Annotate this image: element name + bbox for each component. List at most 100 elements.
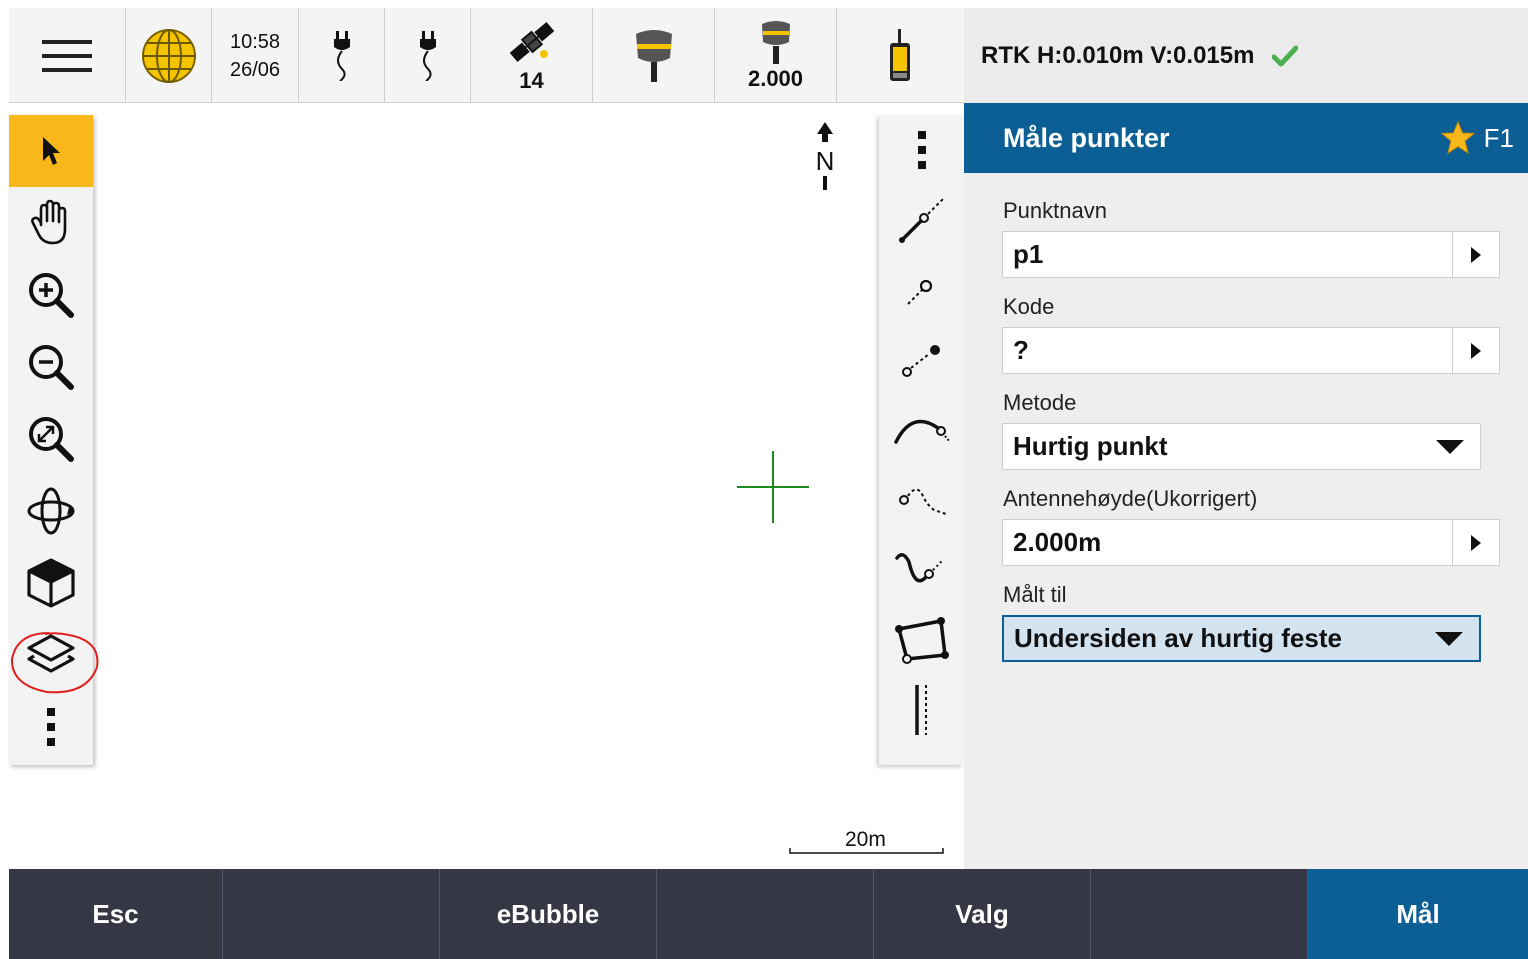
menu-button[interactable]: [9, 8, 126, 103]
zoom-in-icon: [29, 273, 74, 318]
softkey-bar: Esc eBubble Valg Mål: [9, 869, 1528, 959]
favorite-button[interactable]: F1: [1440, 121, 1514, 155]
chevron-down-icon: [1419, 631, 1479, 647]
panel-header: Måle punkter F1: [964, 103, 1528, 173]
orbit-icon: [27, 487, 75, 535]
options-button[interactable]: Valg: [874, 869, 1091, 959]
chevron-down-icon: [1420, 439, 1480, 455]
triangle-right-icon: [1471, 342, 1481, 359]
antenna-height-field[interactable]: 2.000m: [1002, 519, 1500, 566]
polygon-tool-button[interactable]: [879, 605, 964, 675]
polyline-icon: [898, 488, 946, 515]
more-cogo-button[interactable]: [879, 115, 964, 185]
ebubble-button[interactable]: eBubble: [440, 869, 657, 959]
code-field[interactable]: ?: [1002, 327, 1500, 374]
map-scale-bar: [789, 848, 944, 854]
more-icon: [917, 131, 926, 169]
map-crosshair: [737, 451, 809, 523]
point-name-field[interactable]: p1: [1002, 231, 1500, 278]
status-bar: 10:58 26/06 14 2.000: [9, 8, 964, 103]
cogo-tools-toolbar: [879, 115, 964, 765]
measure-line-icon: [898, 198, 944, 243]
controller-status[interactable]: [837, 8, 962, 103]
function-key-label: F1: [1483, 122, 1514, 153]
zoom-out-button[interactable]: [9, 331, 93, 403]
offset-point-icon: [901, 345, 940, 377]
esc-button[interactable]: Esc: [9, 869, 223, 959]
antenna-height-value: 2.000: [747, 65, 804, 91]
measured-to-select[interactable]: Undersiden av hurtig feste: [1002, 615, 1481, 662]
softkey-empty-1[interactable]: [223, 869, 440, 959]
time-date-display[interactable]: 10:58 26/06: [212, 8, 299, 103]
point-name-popup-button[interactable]: [1452, 232, 1499, 277]
panel-title: Måle punkter: [1003, 122, 1170, 153]
pan-tool-button[interactable]: [9, 187, 93, 259]
measure-point-icon: [906, 279, 932, 305]
rtk-precision-text: RTK H:0.010m V:0.015m: [981, 41, 1255, 69]
method-value: Hurtig punkt: [1013, 431, 1168, 461]
curve-tool-button[interactable]: [879, 535, 964, 605]
star-icon: [1440, 121, 1475, 155]
zoom-extents-button[interactable]: [9, 403, 93, 475]
rtk-precision-bar[interactable]: RTK H:0.010m V:0.015m: [964, 8, 1528, 103]
antenna-height-field-value: 2.000m: [1013, 527, 1102, 557]
coordinate-system-button[interactable]: [126, 8, 212, 103]
globe-icon: [141, 28, 196, 83]
method-label: Metode: [1003, 390, 1077, 415]
3d-view-button[interactable]: [9, 547, 93, 619]
zoom-extents-icon: [29, 417, 74, 462]
antenna-height-popup-button[interactable]: [1452, 520, 1499, 565]
softkey-empty-2[interactable]: [657, 869, 874, 959]
code-popup-button[interactable]: [1452, 328, 1499, 373]
measured-to-label: Målt til: [1003, 582, 1067, 607]
pan-hand-icon: [31, 199, 67, 245]
north-label: N: [816, 146, 835, 176]
map-view[interactable]: [9, 103, 964, 869]
station-tool-button[interactable]: [879, 675, 964, 745]
offset-tool-button[interactable]: [879, 325, 964, 395]
clock-date: 26/06: [229, 58, 281, 81]
antenna-icon: [761, 20, 790, 64]
arc-tool-button[interactable]: [879, 395, 964, 465]
point-tool-button[interactable]: [879, 255, 964, 325]
controller-device-icon: [889, 28, 910, 81]
clock-time: 10:58: [229, 30, 281, 53]
select-arrow-icon: [43, 137, 60, 165]
polygon-icon: [894, 617, 949, 664]
method-select[interactable]: Hurtig punkt: [1002, 423, 1481, 470]
zoom-in-button[interactable]: [9, 259, 93, 331]
station-icon: [914, 685, 927, 735]
power-status-2[interactable]: [385, 8, 471, 103]
measured-to-value: Undersiden av hurtig feste: [1014, 623, 1342, 653]
point-name-value: p1: [1013, 239, 1044, 269]
receiver-status[interactable]: [593, 8, 715, 103]
code-label: Kode: [1003, 294, 1055, 319]
satellite-count: 14: [519, 67, 544, 93]
measure-button[interactable]: Mål: [1308, 869, 1528, 959]
highlight-annotation: [10, 632, 99, 694]
polyline-tool-button[interactable]: [879, 465, 964, 535]
hamburger-menu-icon: [42, 39, 92, 72]
satellite-icon: [509, 21, 554, 62]
orbit-button[interactable]: [9, 475, 93, 547]
select-tool-button[interactable]: [9, 115, 93, 187]
power-status-1[interactable]: [299, 8, 385, 103]
triangle-right-icon: [1471, 246, 1481, 263]
line-tool-button[interactable]: [879, 185, 964, 255]
measure-points-panel: Måle punkter F1 Punktnavn p1 Kode ? Meto…: [964, 103, 1528, 869]
curve-icon: [894, 553, 944, 583]
triangle-right-icon: [1471, 534, 1481, 551]
gnss-receiver-icon: [635, 29, 672, 82]
zoom-out-icon: [29, 345, 74, 390]
north-arrow-icon: N: [816, 122, 835, 190]
more-tools-button[interactable]: [9, 691, 93, 763]
more-icon: [47, 708, 55, 746]
checkmark-icon: [1272, 45, 1299, 66]
code-value: ?: [1013, 335, 1029, 365]
softkey-empty-3[interactable]: [1091, 869, 1308, 959]
power-plug-icon: [419, 30, 436, 81]
satellite-status[interactable]: 14: [471, 8, 593, 103]
arc-icon: [893, 419, 951, 444]
power-plug-icon: [333, 30, 350, 81]
antenna-height-status[interactable]: 2.000: [715, 8, 837, 103]
